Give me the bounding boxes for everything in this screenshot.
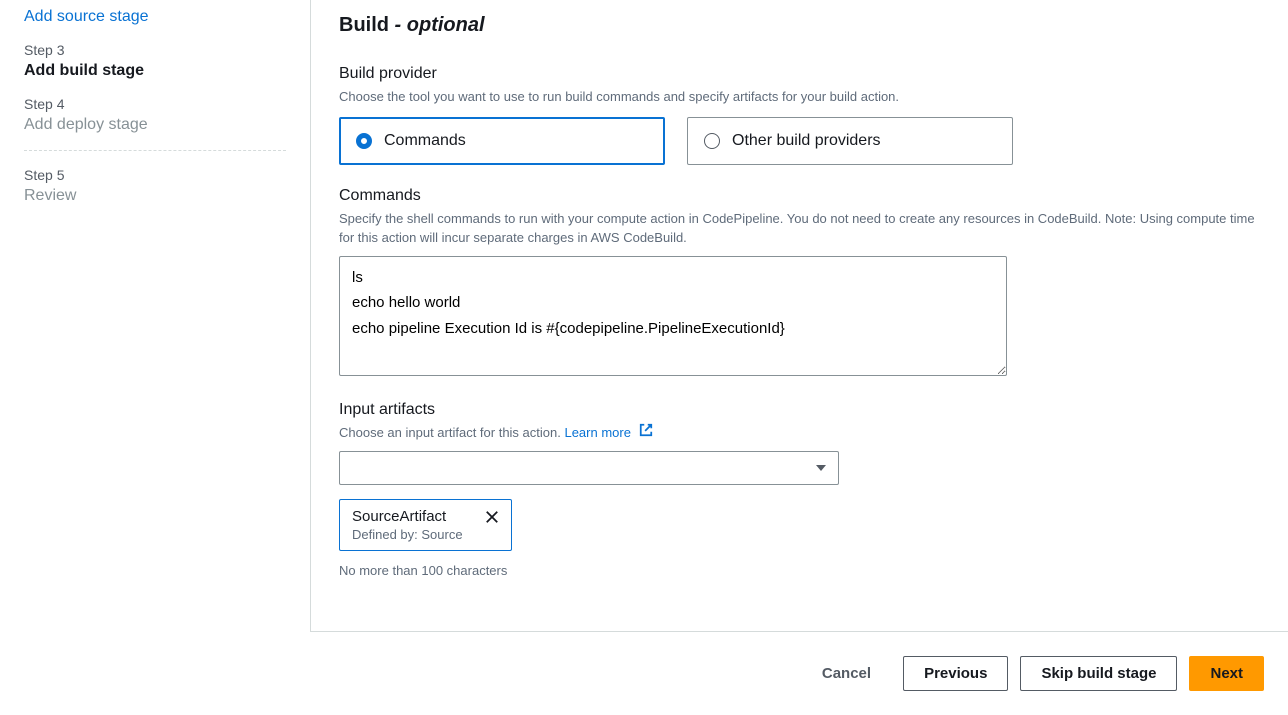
build-provider-description: Choose the tool you want to use to run b…	[339, 87, 1260, 107]
step-label: Step 5	[24, 167, 286, 183]
wizard-footer: Cancel Previous Skip build stage Next	[310, 632, 1288, 715]
step-label: Step 3	[24, 42, 286, 58]
radio-icon	[356, 133, 372, 149]
build-provider-options: Commands Other build providers	[339, 117, 1260, 165]
artifact-token: SourceArtifact Defined by: Source	[339, 499, 512, 551]
build-panel: Build - optional Build provider Choose t…	[310, 0, 1288, 632]
radio-icon	[704, 133, 720, 149]
commands-label: Commands	[339, 187, 1260, 205]
radio-label: Other build providers	[732, 132, 881, 150]
panel-title-sep: -	[395, 14, 407, 36]
input-artifacts-desc-text: Choose an input artifact for this action…	[339, 425, 564, 440]
input-artifacts-description: Choose an input artifact for this action…	[339, 423, 1260, 443]
radio-other-providers[interactable]: Other build providers	[687, 117, 1013, 165]
previous-button[interactable]: Previous	[903, 656, 1008, 691]
sidebar-step-deploy: Step 4 Add deploy stage	[24, 88, 286, 142]
build-provider-label: Build provider	[339, 65, 1260, 83]
artifact-token-sub: Defined by: Source	[352, 527, 463, 542]
commands-textarea[interactable]	[339, 256, 1007, 376]
main-content: Build - optional Build provider Choose t…	[310, 0, 1288, 715]
build-provider-group: Build provider Choose the tool you want …	[339, 65, 1260, 165]
learn-more-text: Learn more	[564, 425, 630, 440]
sidebar-step-source[interactable]: Add source stage	[24, 0, 286, 34]
step-title-current: Add build stage	[24, 62, 286, 80]
radio-label: Commands	[384, 132, 466, 150]
panel-title: Build - optional	[339, 14, 1260, 37]
step-title-disabled: Add deploy stage	[24, 116, 286, 134]
artifact-token-name: SourceArtifact	[352, 508, 463, 525]
input-artifacts-group: Input artifacts Choose an input artifact…	[339, 401, 1260, 578]
radio-commands[interactable]: Commands	[339, 117, 665, 165]
external-link-icon	[639, 423, 653, 443]
cancel-button[interactable]: Cancel	[802, 657, 891, 690]
panel-title-text: Build	[339, 14, 395, 36]
next-button[interactable]: Next	[1189, 656, 1264, 691]
commands-description: Specify the shell commands to run with y…	[339, 209, 1260, 248]
close-icon[interactable]	[485, 508, 499, 528]
sidebar-step-review: Step 5 Review	[24, 159, 286, 213]
step-title-link[interactable]: Add source stage	[24, 8, 286, 26]
step-divider	[24, 150, 286, 151]
artifact-constraint: No more than 100 characters	[339, 563, 1260, 578]
panel-title-optional: optional	[407, 14, 485, 36]
input-artifacts-select[interactable]	[339, 451, 839, 485]
step-label: Step 4	[24, 96, 286, 112]
input-artifacts-label: Input artifacts	[339, 401, 1260, 419]
learn-more-link[interactable]: Learn more	[564, 425, 652, 440]
sidebar-step-build: Step 3 Add build stage	[24, 34, 286, 88]
step-title-disabled: Review	[24, 187, 286, 205]
caret-down-icon	[816, 465, 826, 471]
skip-build-stage-button[interactable]: Skip build stage	[1020, 656, 1177, 691]
wizard-sidebar: Add source stage Step 3 Add build stage …	[0, 0, 310, 715]
commands-group: Commands Specify the shell commands to r…	[339, 187, 1260, 379]
